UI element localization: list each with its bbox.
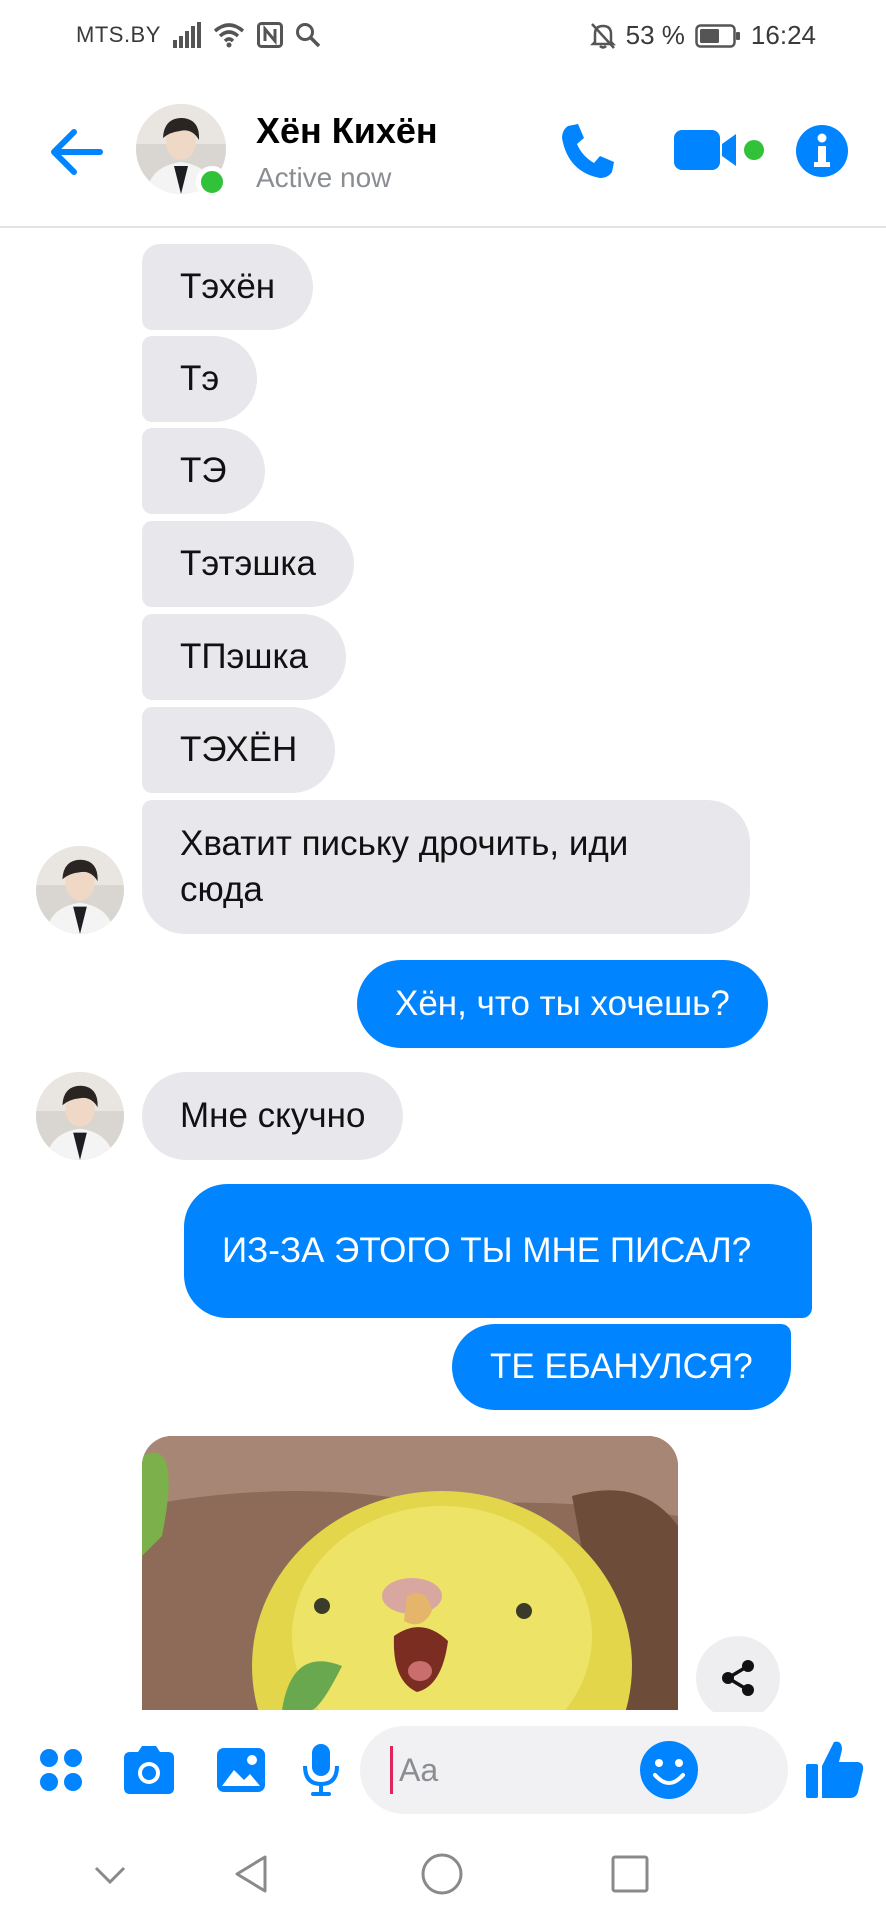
contact-status: Active now (256, 162, 392, 193)
triangle-back-icon (235, 1855, 267, 1893)
wifi-icon (213, 23, 245, 48)
online-indicator (196, 166, 228, 198)
message-bubble-incoming[interactable]: Тэ (142, 336, 258, 422)
phone-icon[interactable] (554, 116, 624, 186)
bell-off-icon (589, 22, 616, 49)
sender-avatar[interactable] (36, 1072, 124, 1160)
video-camera-icon[interactable] (668, 116, 768, 186)
message-bubble-outgoing[interactable]: ТЕ ЕБАНУЛСЯ? (452, 1324, 791, 1410)
composer-bar (0, 1712, 886, 1826)
chevron-down-icon (94, 1866, 126, 1885)
share-button[interactable] (696, 1636, 780, 1720)
message-bubble-incoming[interactable]: Мне скучно (142, 1072, 404, 1160)
message-bubble-incoming[interactable]: Хватит письку дрочить, иди сюда (142, 800, 750, 934)
camera-icon[interactable] (120, 1740, 178, 1800)
smiley-icon[interactable] (638, 1739, 700, 1801)
message-bubble-incoming[interactable]: ТЭХЁН (142, 707, 336, 793)
message-bubble-incoming[interactable]: ТПэшка (142, 614, 347, 700)
back-arrow-icon[interactable] (44, 120, 108, 184)
microphone-icon[interactable] (300, 1740, 342, 1800)
status-left: MTS.BY (76, 22, 321, 48)
status-right: 53 % 16:24 (589, 20, 816, 51)
nav-back-button[interactable] (222, 1844, 282, 1904)
four-dots-icon[interactable] (36, 1740, 86, 1800)
share-icon (722, 1660, 754, 1696)
battery-icon (695, 23, 740, 48)
message-bubble-outgoing[interactable]: Хён, что ты хочешь? (357, 960, 768, 1048)
photo-message[interactable] (142, 1436, 678, 1710)
chat-header: Хён Кихён Active now (0, 80, 886, 228)
message-bubble-incoming[interactable]: Тэхён (142, 244, 314, 330)
message-bubble-outgoing[interactable]: ИЗ-ЗА ЭТОГО ТЫ МНЕ ПИСАЛ? (184, 1184, 812, 1318)
thumbs-up-icon[interactable] (804, 1736, 866, 1802)
message-input-box[interactable] (360, 1726, 788, 1814)
image-icon[interactable] (214, 1740, 268, 1800)
signal-icon (172, 22, 201, 48)
nav-recents-button[interactable] (600, 1844, 660, 1904)
parakeet-photo-icon (142, 1436, 678, 1710)
clock: 16:24 (750, 20, 816, 50)
nav-home-button[interactable] (412, 1844, 472, 1904)
circle-home-icon (421, 1853, 463, 1895)
message-bubble-incoming[interactable]: ТЭ (142, 428, 265, 514)
message-bubble-incoming[interactable]: Тэтэшка (142, 521, 354, 607)
nav-collapse-button[interactable] (80, 1844, 140, 1904)
info-icon[interactable] (792, 116, 852, 186)
status-bar: MTS.BY 53 % 16:24 (0, 0, 886, 70)
system-nav-bar (0, 1826, 886, 1920)
carrier-label: MTS.BY (76, 22, 161, 47)
sender-avatar[interactable] (36, 846, 124, 934)
battery-percent: 53 % (625, 20, 685, 50)
avatar-portrait-icon (36, 846, 124, 934)
nfc-icon (256, 22, 283, 48)
contact-name[interactable]: Хён Кихён (256, 110, 438, 152)
square-recents-icon (611, 1855, 649, 1893)
search-icon (295, 23, 321, 48)
avatar-portrait-icon (36, 1072, 124, 1160)
